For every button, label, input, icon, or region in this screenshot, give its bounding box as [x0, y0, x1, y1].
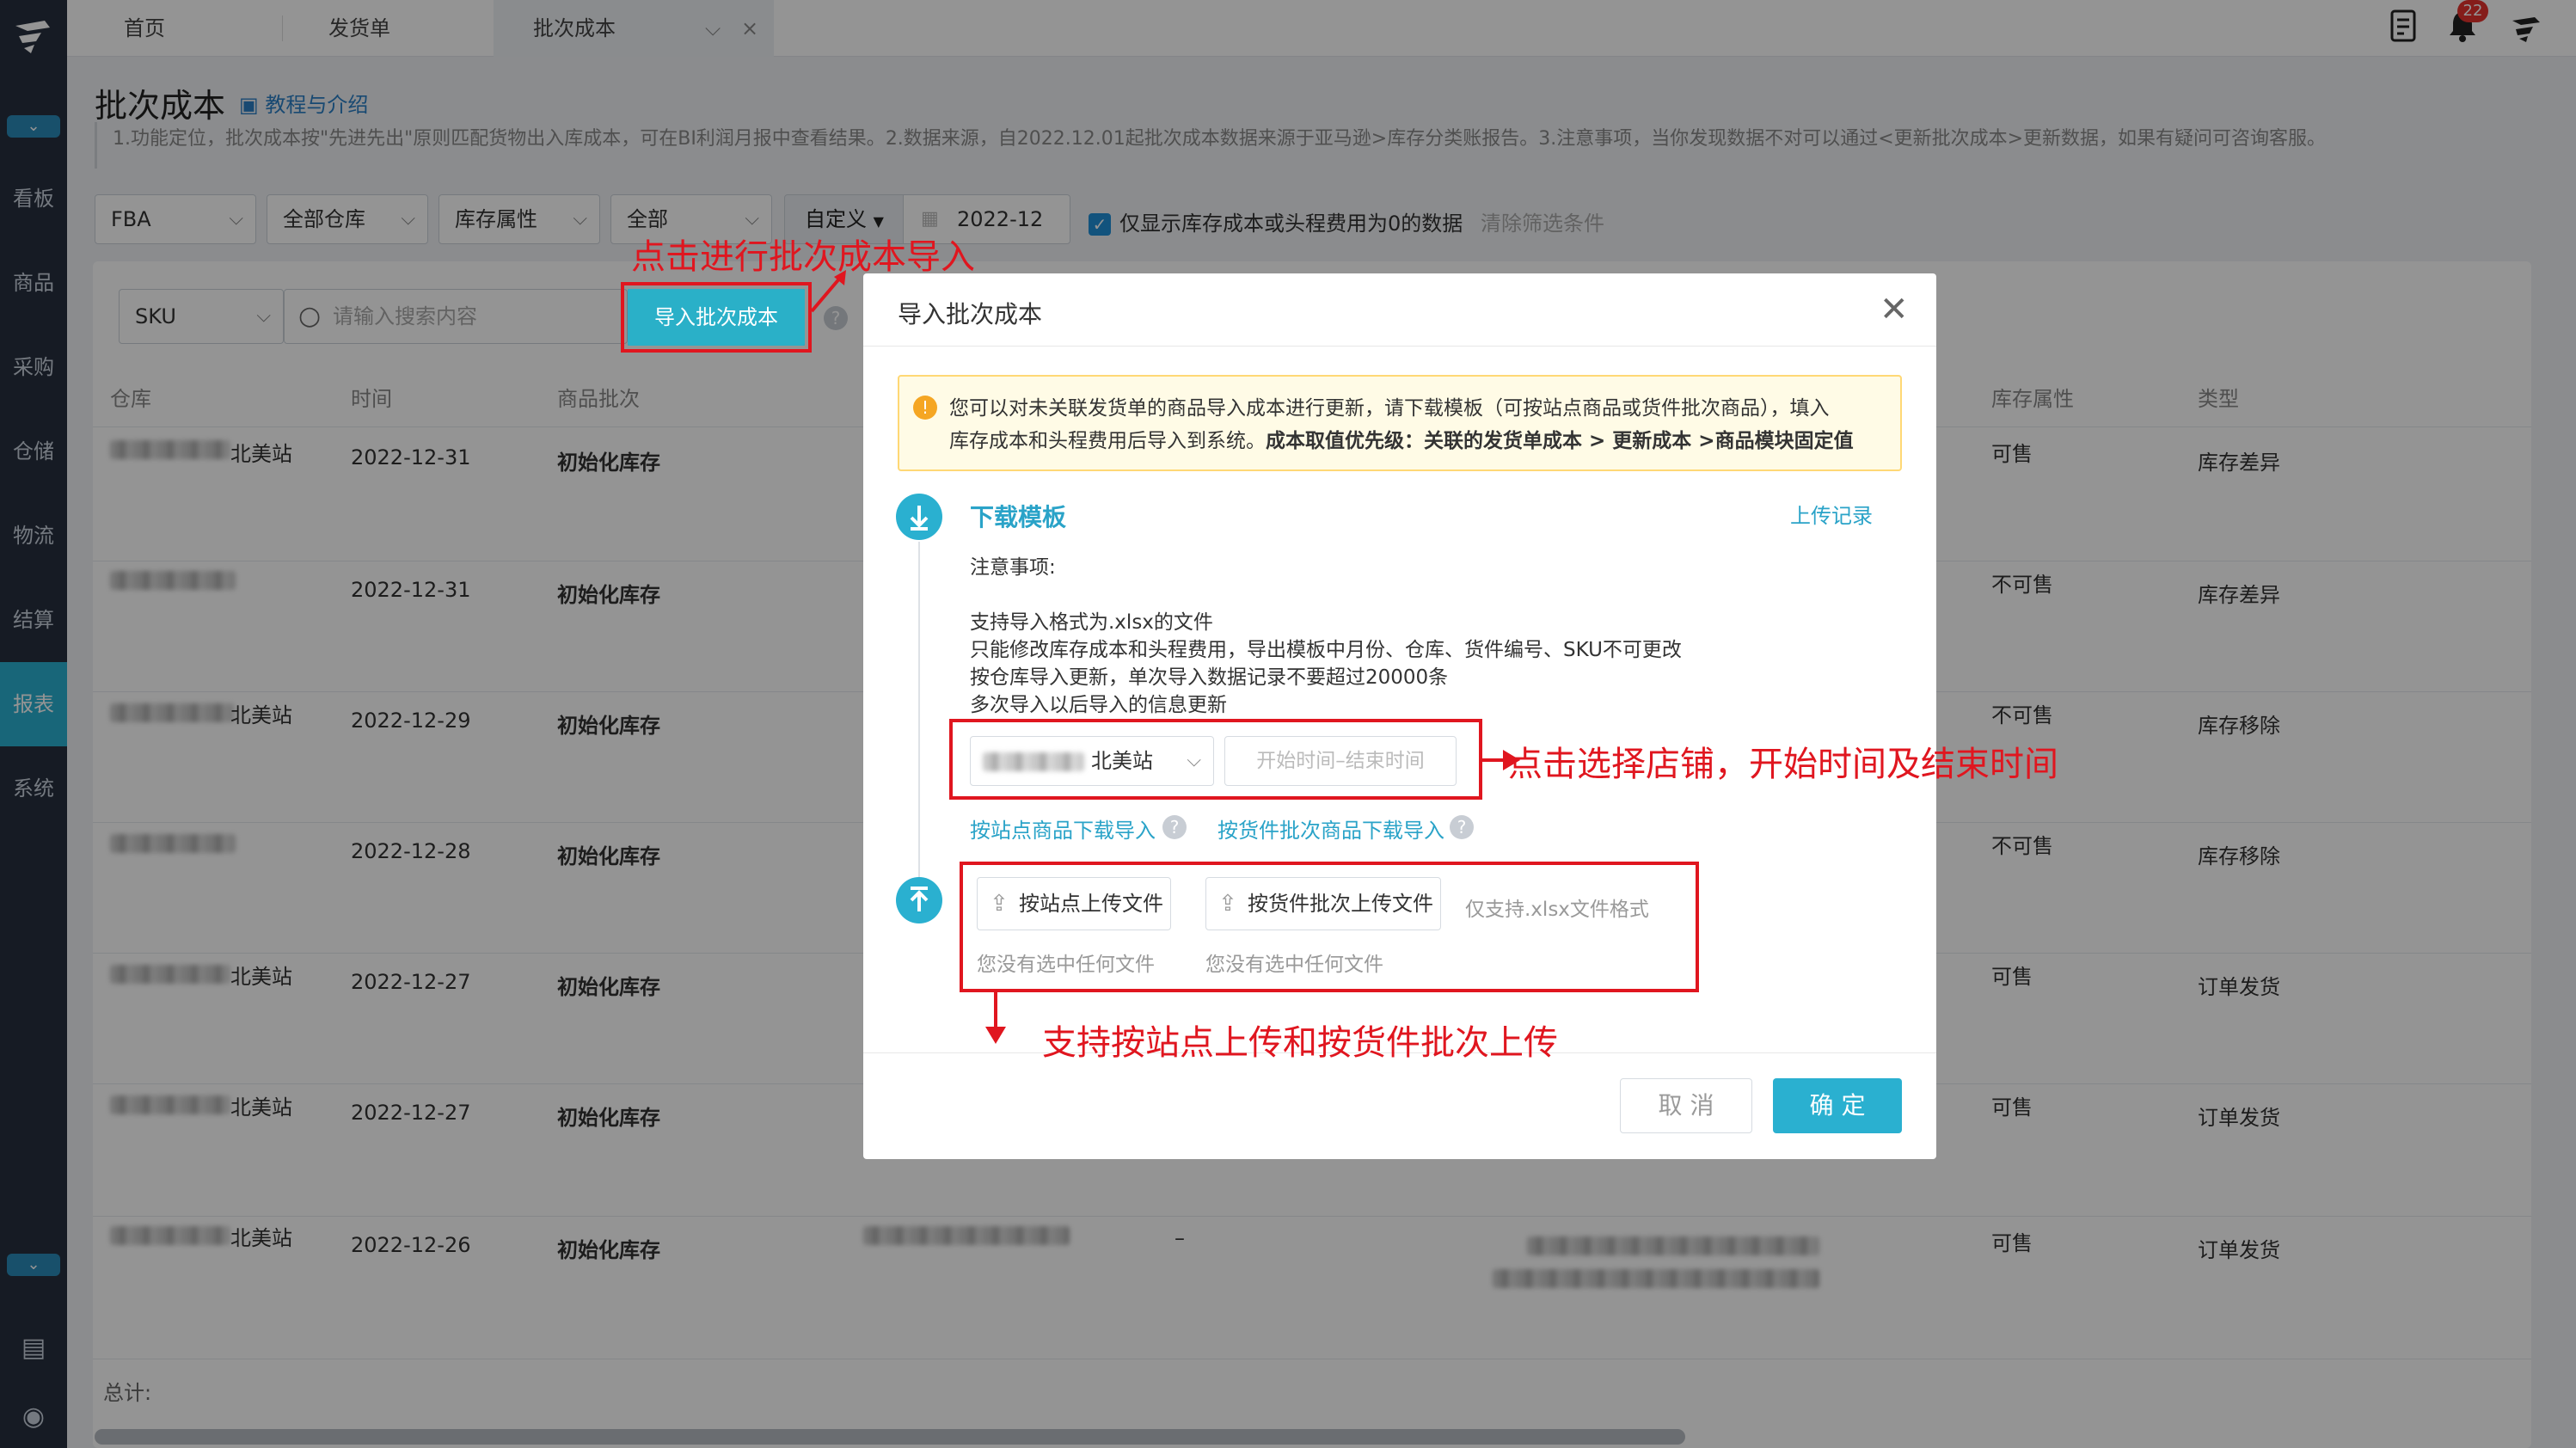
download-by-shipment-link[interactable]: 按货件批次商品下载导入	[1217, 813, 1444, 844]
note-item: 只能修改库存成本和头程费用，导出模板中月份、仓库、货件编号、SKU不可更改	[970, 639, 1682, 661]
download-icon	[896, 494, 942, 540]
annotation-select-store: 点击选择店铺，开始时间及结束时间	[1508, 745, 2058, 784]
note-item: 多次导入以后导入的信息更新	[970, 694, 1227, 716]
dialog-header-divider	[863, 346, 1936, 347]
confirm-button[interactable]: 确 定	[1773, 1078, 1902, 1133]
note-item: 按仓库导入更新，单次导入数据记录不要超过20000条	[970, 666, 1449, 689]
step-download-title: 下载模板	[970, 503, 1067, 531]
close-icon[interactable]: ✕	[1880, 291, 1909, 328]
dialog-title: 导入批次成本	[898, 300, 1043, 328]
notice-line-1: 您可以对未关联发货单的商品导入成本进行更新，请下载模板（可按站点商品或货件批次商…	[949, 397, 1830, 420]
upload-history-link[interactable]: 上传记录	[1790, 499, 1873, 529]
annotation-upload-support: 支持按站点上传和按货件批次上传	[1042, 1023, 1558, 1063]
notice-banner: ! 您可以对未关联发货单的商品导入成本进行更新，请下载模板（可按站点商品或货件批…	[898, 375, 1902, 471]
notice-line-2-text: 库存成本和头程费用后导入到系统。	[949, 430, 1266, 452]
annotation-click-import: 点击进行批次成本导入	[631, 237, 975, 277]
notice-line-2: 库存成本和头程费用后导入到系统。成本取值优先级：关联的发货单成本 > 更新成本 …	[949, 425, 1883, 457]
step-connector	[918, 542, 920, 889]
annotation-box-import	[621, 282, 812, 353]
help-icon[interactable]: ?	[1450, 815, 1474, 839]
note-item: 支持导入格式为.xlsx的文件	[970, 611, 1213, 634]
help-icon[interactable]: ?	[1162, 815, 1187, 839]
download-by-site-link[interactable]: 按站点商品下载导入	[970, 813, 1156, 844]
notes-title: 注意事项:	[970, 556, 1056, 579]
upload-icon	[896, 877, 942, 923]
notice-priority: 成本取值优先级：关联的发货单成本 > 更新成本 >商品模块固定值	[1266, 430, 1854, 452]
annotation-box-store-date	[949, 719, 1482, 800]
warning-icon: !	[913, 396, 937, 420]
cancel-button[interactable]: 取 消	[1620, 1078, 1752, 1133]
annotation-box-upload	[960, 862, 1699, 992]
